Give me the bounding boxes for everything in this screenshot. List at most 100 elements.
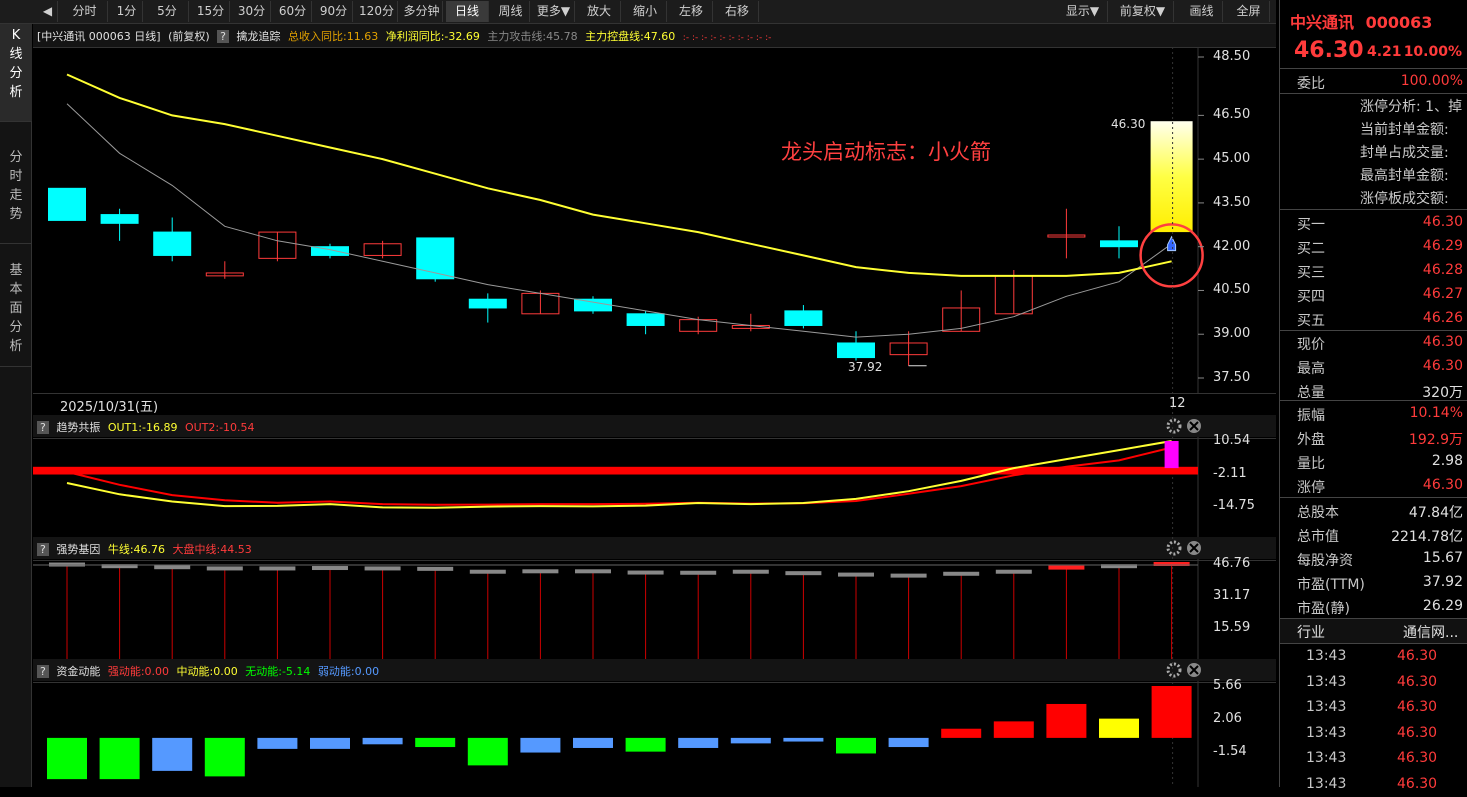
period-tab-8[interactable]: 多分钟: [401, 1, 443, 22]
panel3-title: ? 强势基因 牛线:46.76 大盘中线:44.53: [37, 539, 252, 560]
stock-code: 000063: [1365, 13, 1433, 32]
fund-bar-4: [257, 737, 298, 749]
trend-magenta-bar: [1164, 441, 1179, 469]
period-tab-1[interactable]: 1分: [111, 1, 143, 22]
help-icon[interactable]: ?: [217, 30, 230, 43]
panel2-help-icon[interactable]: ?: [37, 421, 49, 434]
limit-label-0: 涨停分析: 1、掉: [1360, 99, 1463, 115]
fund-label-2: 每股净资: [1297, 553, 1353, 569]
period-tab-4[interactable]: 30分: [233, 1, 271, 22]
bid-row-0[interactable]: 买一 46.30: [1280, 211, 1467, 235]
signal-dots: :- :- :- :- :- :- :- :- :- :-: [682, 33, 772, 43]
main-y-tick-4: 42.00: [1213, 238, 1251, 254]
candle-body-1: [100, 214, 139, 224]
fund-row-1: 总市值 2214.78亿: [1280, 523, 1467, 547]
panel4-mid: 中动能:0.00: [176, 665, 238, 678]
stat-label-3: 涨停: [1297, 480, 1325, 496]
gene-bar-19: [1048, 565, 1085, 570]
panel4-help-icon[interactable]: ?: [37, 665, 49, 678]
bid-row-2[interactable]: 买三 46.28: [1280, 259, 1467, 283]
panel3-help-icon[interactable]: ?: [37, 543, 49, 556]
period-tab-3[interactable]: 15分: [192, 1, 230, 22]
main-y-tick-2: 45.00: [1213, 151, 1251, 167]
tick-row-2: 13:43 46.30: [1280, 696, 1467, 720]
stat-row-3: 涨停 46.30: [1280, 474, 1467, 498]
panel3-name[interactable]: 强势基因: [56, 543, 100, 556]
industry-value: 通信网...: [1403, 625, 1459, 641]
main-y-tick-3: 43.50: [1213, 194, 1251, 210]
panel4-title: ? 资金动能 强动能:0.00 中动能:0.00 无动能:-5.14 弱动能:0…: [37, 661, 379, 682]
chart-area[interactable]: [中兴通讯 000063 日线] (前复权) ? 擒龙追踪 总收入同比:11.6…: [33, 24, 1276, 787]
stat-value-3: 46.30: [1422, 477, 1463, 493]
period-tab-9[interactable]: 日线: [446, 1, 489, 22]
fund-label-0: 总股本: [1297, 505, 1339, 521]
weibi-label: 委比: [1297, 76, 1325, 92]
stat-row-0: 振幅 10.14%: [1280, 402, 1467, 426]
quote-label-1: 最高: [1297, 361, 1325, 377]
panel2-y-tick-0: 10.54: [1213, 433, 1251, 448]
main-title-adjust: (前复权): [168, 30, 210, 43]
nav-fundamental[interactable]: 基本面分析: [0, 257, 32, 367]
period-tab-7[interactable]: 120分: [356, 1, 398, 22]
industry-row[interactable]: 行业 通信网...: [1280, 619, 1467, 643]
fund-label-4: 市盈(静): [1297, 601, 1350, 617]
annotation-text: 龙头启动标志：小火箭: [781, 140, 991, 164]
toolbar-right-button-0[interactable]: 显示▼: [1058, 1, 1108, 22]
period-tab-15[interactable]: 右移: [716, 1, 759, 22]
fund-row-3: 市盈(TTM) 37.92: [1280, 571, 1467, 595]
period-tab-14[interactable]: 左移: [670, 1, 713, 22]
panel2-y-tick-2: -14.75: [1213, 498, 1255, 513]
panel3-y-tick-1: 31.17: [1213, 588, 1251, 603]
date-label: 2025/10/31(五): [60, 400, 159, 415]
candle-body-5: [311, 246, 349, 256]
candle-body-2: [153, 231, 192, 256]
nav-kline[interactable]: K线分析: [0, 24, 32, 122]
gene-bar-5: [312, 566, 348, 571]
period-tab-10[interactable]: 周线: [492, 1, 530, 22]
stat-label-1: 外盘: [1297, 432, 1325, 448]
stat-row-2: 量比 2.98: [1280, 450, 1467, 474]
candle-body-8: [468, 298, 507, 309]
fund-bar-17: [941, 728, 982, 738]
nav-intraday[interactable]: 分时走势: [0, 144, 32, 244]
weibi-row: 委比 100.00%: [1280, 70, 1467, 94]
tick-time-1: 13:43: [1306, 673, 1347, 690]
period-tab-12[interactable]: 放大: [578, 1, 621, 22]
period-tab-11[interactable]: 更多▼: [533, 1, 575, 22]
stat-value-2: 2.98: [1431, 453, 1463, 469]
period-tab-0[interactable]: 分时: [62, 1, 108, 22]
tick-price-3: 46.30: [1397, 724, 1438, 741]
tick-price-4: 46.30: [1397, 750, 1438, 766]
bid-row-1[interactable]: 买二 46.29: [1280, 235, 1467, 259]
period-tab-13[interactable]: 缩小: [624, 1, 667, 22]
revenue-label: 总收入同比:11.63: [288, 30, 379, 43]
back-button[interactable]: ◀: [38, 1, 58, 22]
toolbar-right-button-3[interactable]: 全屏: [1228, 1, 1270, 22]
candle-body-15: [837, 342, 875, 359]
indicator-name[interactable]: 擒龙追踪: [237, 30, 281, 43]
toolbar-right-button-2[interactable]: 画线: [1181, 1, 1223, 22]
toolbar-right-button-1[interactable]: 前复权▼: [1112, 1, 1174, 22]
gene-bar-12: [680, 570, 717, 575]
date-axis-bg: [33, 394, 1276, 415]
stock-header: 中兴通讯 000063: [1290, 9, 1432, 33]
gene-bar-16: [890, 573, 927, 578]
nav-label-1: 分时走势: [9, 150, 23, 222]
fund-label-1: 总市值: [1297, 529, 1339, 545]
tick-row-4: 13:43 46.30: [1280, 747, 1467, 771]
candle-body-14: [784, 310, 823, 326]
period-tab-2[interactable]: 5分: [146, 1, 189, 22]
bid-row-4[interactable]: 买五 46.26: [1280, 307, 1467, 331]
limit-label-2: 封单占成交量:: [1360, 145, 1449, 161]
bid-row-3[interactable]: 买四 46.27: [1280, 283, 1467, 307]
fund-bar-9: [520, 737, 561, 753]
quote-row-0: 现价 46.30: [1280, 331, 1467, 355]
panel4-name[interactable]: 资金动能: [56, 665, 100, 678]
gene-bar-7: [417, 566, 454, 571]
industry-label: 行业: [1297, 625, 1325, 641]
period-tab-5[interactable]: 60分: [274, 1, 312, 22]
tick-price-0: 46.30: [1397, 648, 1438, 664]
fund-bar-10: [573, 737, 613, 748]
period-tab-6[interactable]: 90分: [315, 1, 353, 22]
panel2-name[interactable]: 趋势共振: [56, 421, 100, 434]
